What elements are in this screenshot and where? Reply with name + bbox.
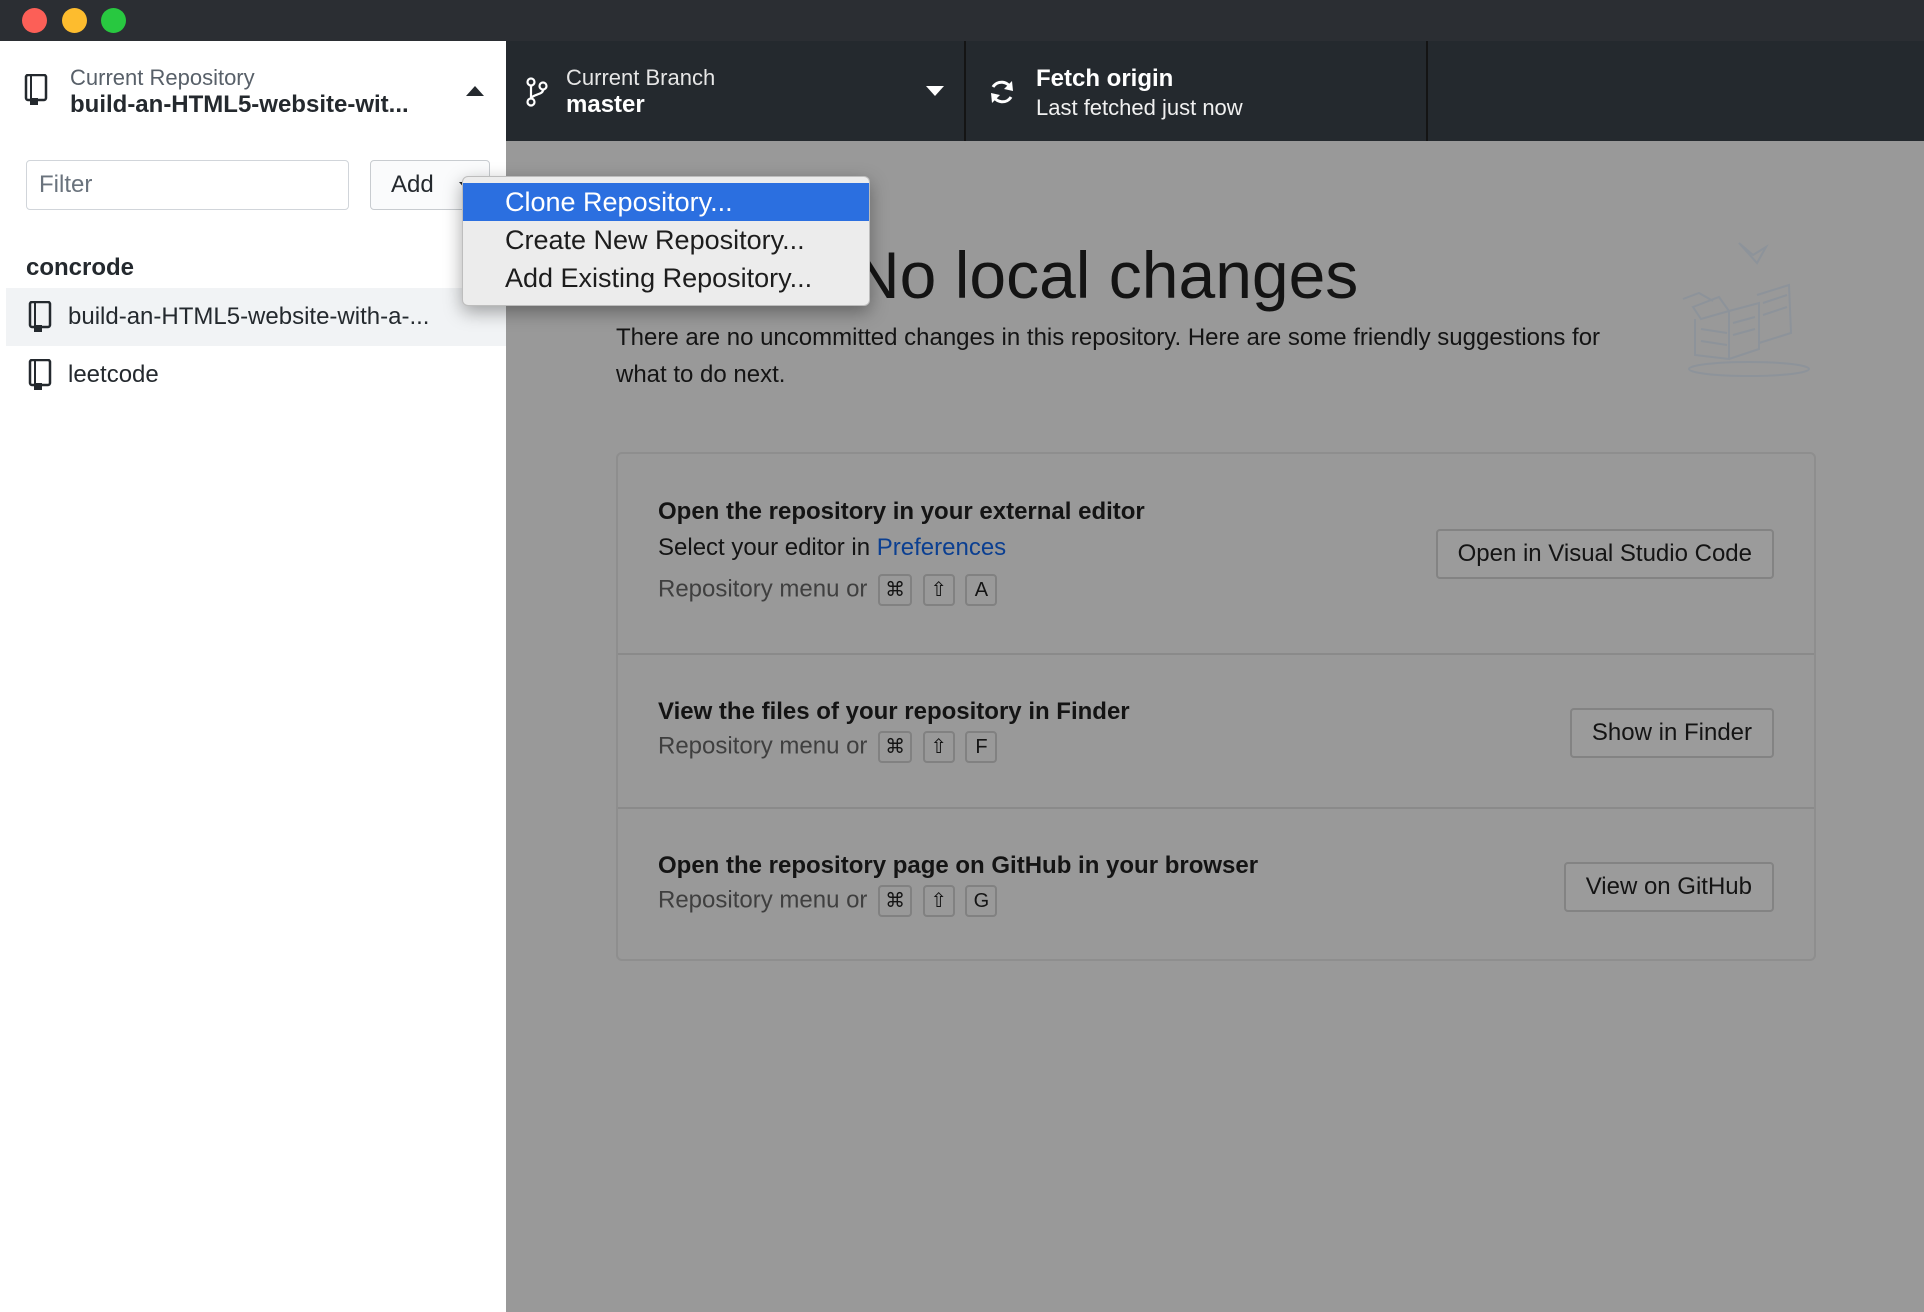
suggestion-subtitle: Select your editor in Preferences — [658, 534, 1006, 562]
fetch-status: Last fetched just now — [1036, 95, 1243, 120]
suggestion-title: Open the repository in your external edi… — [658, 498, 1145, 525]
page-title: No local changes — [852, 238, 1359, 312]
repo-icon — [28, 359, 52, 390]
suggestion-open-editor: Open the repository in your external edi… — [618, 454, 1814, 654]
current-repository-name: build-an-HTML5-website-wit... — [70, 91, 409, 118]
menu-item-clone-repository[interactable]: Clone Repository... — [463, 183, 869, 221]
repo-group-header: concrode — [26, 254, 135, 281]
letter-key: G — [965, 885, 998, 917]
menu-item-add-existing-repository[interactable]: Add Existing Repository... — [463, 259, 869, 297]
subtitle-text: Select your editor in — [658, 534, 877, 561]
repo-icon — [24, 74, 48, 105]
current-repository-button[interactable]: Current Repository build-an-HTML5-websit… — [6, 41, 506, 141]
shift-key: ⇧ — [922, 731, 955, 763]
current-branch-label: Current Branch — [566, 65, 716, 90]
suggestions-card: Open the repository in your external edi… — [616, 452, 1816, 961]
hint-text: Repository menu or — [658, 575, 868, 603]
no-changes-description: There are no uncommitted changes in this… — [616, 324, 1601, 388]
shift-key: ⇧ — [922, 885, 955, 917]
close-window-button[interactable] — [22, 8, 47, 33]
zoom-window-button[interactable] — [101, 8, 126, 33]
keyboard-hint: Repository menu or ⌘ ⇧ G — [658, 885, 998, 917]
repo-name: leetcode — [68, 361, 159, 388]
preferences-link[interactable]: Preferences — [877, 534, 1006, 561]
fetch-origin-title: Fetch origin — [1036, 65, 1174, 92]
open-in-editor-button[interactable]: Open in Visual Studio Code — [1435, 529, 1774, 579]
suggestion-title: Open the repository page on GitHub in yo… — [658, 852, 1259, 879]
repo-list-item[interactable]: leetcode — [6, 346, 506, 404]
repo-list-item[interactable]: build-an-HTML5-website-with-a-... — [6, 288, 506, 346]
current-branch-button[interactable]: Current Branch master — [506, 41, 966, 141]
main-content: No local changes There are no uncommitte… — [506, 141, 1924, 1312]
empty-state-illustration — [1682, 242, 1810, 377]
chevron-down-icon — [926, 86, 944, 96]
show-in-finder-button[interactable]: Show in Finder — [1569, 708, 1774, 758]
repo-icon — [28, 301, 52, 332]
window-title-bar — [0, 0, 1924, 41]
suggestion-title: View the files of your repository in Fin… — [658, 698, 1130, 725]
filter-input[interactable]: Filter — [26, 160, 349, 210]
branch-icon — [526, 77, 548, 107]
current-repository-label: Current Repository — [70, 65, 255, 90]
command-key: ⌘ — [878, 731, 913, 763]
keyboard-hint: Repository menu or ⌘ ⇧ A — [658, 574, 998, 606]
suggestion-view-on-github: Open the repository page on GitHub in yo… — [618, 809, 1814, 959]
view-on-github-button[interactable]: View on GitHub — [1563, 862, 1774, 912]
current-branch-name: master — [566, 91, 645, 118]
sync-icon — [991, 80, 1013, 104]
toolbar: Current Repository build-an-HTML5-websit… — [6, 41, 1924, 141]
letter-key: A — [965, 574, 998, 606]
keyboard-hint: Repository menu or ⌘ ⇧ F — [658, 731, 998, 763]
command-key: ⌘ — [878, 574, 913, 606]
suggestion-show-in-finder: View the files of your repository in Fin… — [618, 655, 1814, 808]
minimize-window-button[interactable] — [62, 8, 87, 33]
repository-list-sidebar: Filter Add concrode build-an-HTML5-websi… — [6, 141, 506, 1312]
shift-key: ⇧ — [922, 574, 955, 606]
repo-name: build-an-HTML5-website-with-a-... — [68, 303, 430, 330]
hint-text: Repository menu or — [658, 732, 868, 760]
fetch-origin-button[interactable]: Fetch origin Last fetched just now — [966, 41, 1428, 141]
add-button-label: Add — [391, 171, 434, 198]
add-repository-menu: Clone Repository... Create New Repositor… — [462, 176, 870, 306]
letter-key: F — [965, 731, 998, 763]
menu-item-create-new-repository[interactable]: Create New Repository... — [463, 221, 869, 259]
chevron-up-icon — [466, 86, 484, 96]
command-key: ⌘ — [878, 885, 913, 917]
hint-text: Repository menu or — [658, 886, 868, 914]
